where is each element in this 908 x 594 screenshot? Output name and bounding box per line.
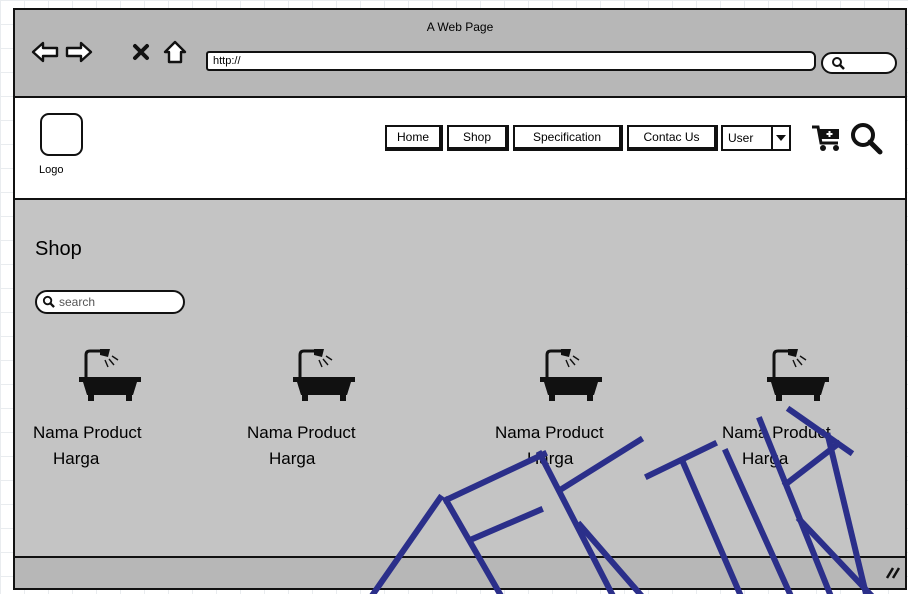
back-arrow-icon[interactable] xyxy=(31,38,59,66)
page-title: Shop xyxy=(35,238,82,260)
bathtub-icon xyxy=(767,349,829,401)
nav-specification-button[interactable]: Specification xyxy=(513,125,623,151)
search-icon[interactable] xyxy=(849,121,883,155)
product-name: Nama Product xyxy=(495,423,604,442)
product-name: Nama Product xyxy=(722,423,831,442)
shopping-cart-icon[interactable] xyxy=(811,123,843,153)
site-header: Logo Home Shop Specification Contac Us U… xyxy=(15,98,905,200)
home-icon[interactable] xyxy=(161,38,189,66)
product-price: Harga xyxy=(269,449,316,468)
chevron-down-icon xyxy=(771,127,789,149)
browser-chrome: A Web Page http:// xyxy=(15,10,905,98)
user-dropdown[interactable]: User xyxy=(721,125,791,151)
nav-contact-button[interactable]: Contac Us xyxy=(627,125,718,151)
product-name: Nama Product xyxy=(247,423,356,442)
nav-shop-button[interactable]: Shop xyxy=(447,125,509,151)
status-bar xyxy=(15,556,905,588)
forward-arrow-icon[interactable] xyxy=(65,38,93,66)
window-title: A Web Page xyxy=(426,20,494,34)
product-price: Harga xyxy=(527,449,574,468)
browser-search-field[interactable] xyxy=(821,52,897,74)
stop-icon[interactable] xyxy=(127,38,155,66)
magnifier-icon xyxy=(42,295,55,308)
logo-placeholder[interactable] xyxy=(40,113,83,156)
resize-grip-icon[interactable] xyxy=(885,566,901,580)
url-input[interactable]: http:// xyxy=(206,51,816,71)
bathtub-icon xyxy=(293,349,355,401)
shop-content: Shop search Nama Product Harga Nama Prod… xyxy=(15,200,905,556)
user-dropdown-label: User xyxy=(728,131,754,145)
search-placeholder: search xyxy=(59,295,96,309)
browser-window: A Web Page http:// Logo Home Shop Specif… xyxy=(13,8,907,590)
product-price: Harga xyxy=(742,449,789,468)
magnifier-icon xyxy=(832,57,845,70)
nav-home-button[interactable]: Home xyxy=(385,125,443,151)
search-input[interactable]: search xyxy=(35,290,185,314)
bathtub-icon xyxy=(540,349,602,401)
product-price: Harga xyxy=(53,449,100,468)
bathtub-icon xyxy=(79,349,141,401)
logo-label: Logo xyxy=(39,164,64,176)
product-name: Nama Product xyxy=(33,423,142,442)
